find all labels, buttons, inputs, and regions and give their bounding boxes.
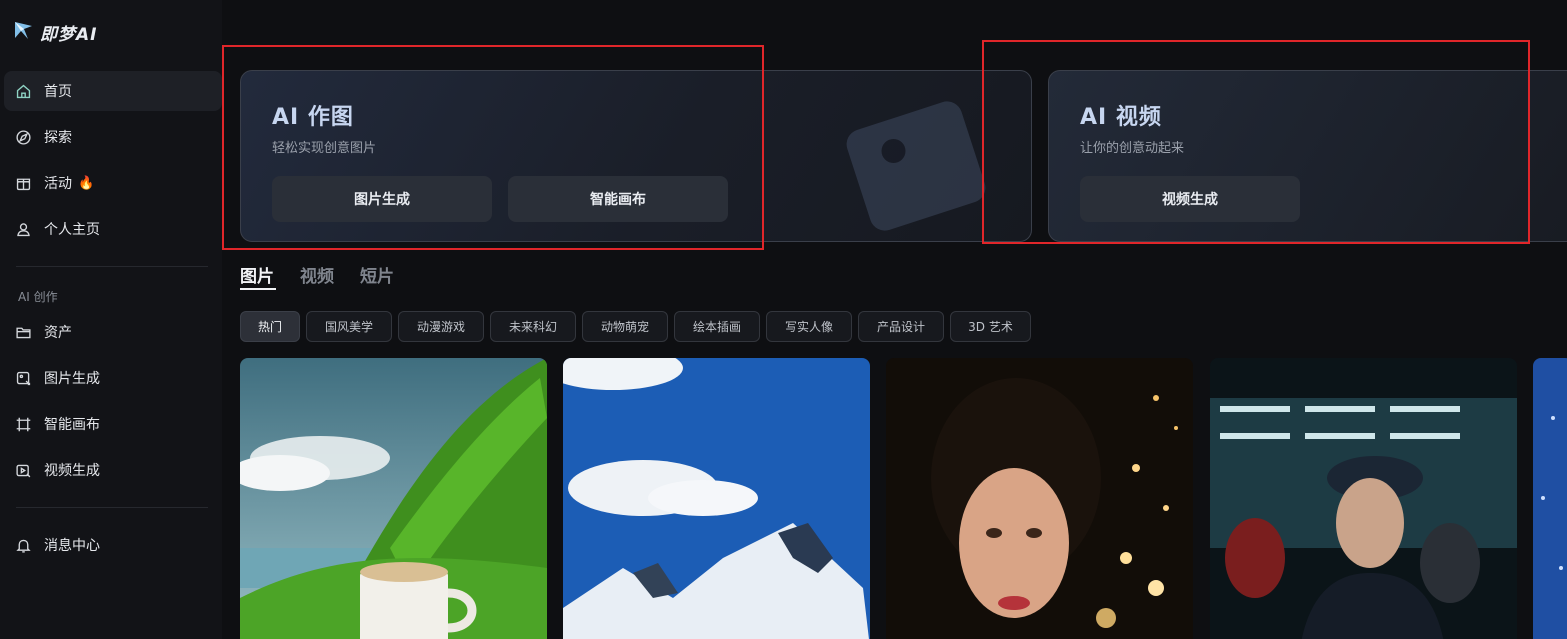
sidebar-item-home[interactable]: 首页	[4, 71, 222, 111]
chip-pets[interactable]: 动物萌宠	[582, 311, 668, 342]
logo[interactable]: 即梦AI	[12, 18, 97, 46]
banner-subtitle: 让你的创意动起来	[1080, 141, 1185, 156]
bell-icon	[14, 536, 32, 554]
fire-icon: 🔥	[78, 175, 95, 191]
sidebar-item-canvas[interactable]: 智能画布	[4, 404, 222, 444]
sidebar-item-label: 智能画布	[44, 417, 100, 433]
chip-hot[interactable]: 热门	[240, 311, 300, 342]
chip-3d-art[interactable]: 3D 艺术	[950, 311, 1031, 342]
folder-icon	[14, 323, 32, 341]
sidebar-item-video-generate[interactable]: 视频生成	[4, 450, 222, 490]
sidebar-item-label: 资产	[44, 325, 72, 341]
tab-images[interactable]: 图片	[240, 262, 274, 287]
banner-ai-image: AI 作图 轻松实现创意图片 图片生成 智能画布	[240, 70, 1032, 242]
logo-text: 即梦AI	[40, 24, 98, 45]
chip-chinese-style[interactable]: 国风美学	[306, 311, 392, 342]
tab-underline	[240, 288, 276, 290]
banner-subtitle: 轻松实现创意图片	[272, 141, 377, 156]
tab-videos[interactable]: 视频	[300, 262, 334, 287]
home-icon	[14, 82, 32, 100]
sidebar: 即梦AI 首页 探索 活动 🔥 个人主页 AI 创作 资产 图片生成 智能画布 …	[0, 0, 222, 639]
sidebar-item-messages[interactable]: 消息中心	[4, 525, 222, 565]
chip-portrait[interactable]: 写实人像	[766, 311, 852, 342]
sidebar-item-label: 探索	[44, 130, 72, 146]
banner-title: AI 视频	[1080, 105, 1162, 130]
chip-sci-fi[interactable]: 未来科幻	[490, 311, 576, 342]
sidebar-item-explore[interactable]: 探索	[4, 117, 222, 157]
sidebar-item-label: 个人主页	[44, 222, 100, 238]
image-generate-icon	[14, 369, 32, 387]
gallery-card[interactable]	[240, 358, 547, 639]
sidebar-item-label: 首页	[44, 84, 72, 100]
image-generate-button[interactable]: 图片生成	[272, 176, 492, 222]
gallery-card[interactable]	[1210, 358, 1517, 639]
image-thumbnail	[563, 358, 870, 639]
logo-star-icon	[12, 18, 36, 46]
sidebar-item-assets[interactable]: 资产	[4, 312, 222, 352]
gallery-card[interactable]	[563, 358, 870, 639]
section-label-ai-create: AI 创作	[18, 290, 58, 304]
sidebar-item-label: 消息中心	[44, 538, 100, 554]
image-thumbnail	[886, 358, 1193, 639]
image-thumbnail	[1210, 358, 1517, 639]
sidebar-divider	[16, 507, 208, 508]
chip-anime-game[interactable]: 动漫游戏	[398, 311, 484, 342]
banner-title: AI 作图	[272, 105, 354, 130]
sidebar-item-label: 活动	[44, 176, 72, 192]
chip-product-design[interactable]: 产品设计	[858, 311, 944, 342]
chip-picture-book[interactable]: 绘本插画	[674, 311, 760, 342]
sidebar-item-label: 图片生成	[44, 371, 100, 387]
video-generate-button[interactable]: 视频生成	[1080, 176, 1300, 222]
compass-icon	[14, 128, 32, 146]
sidebar-item-profile[interactable]: 个人主页	[4, 209, 222, 249]
gift-icon	[14, 174, 32, 192]
banner-ai-video: AI 视频 让你的创意动起来 视频生成	[1048, 70, 1567, 242]
sidebar-item-label: 视频生成	[44, 463, 100, 479]
tab-shorts[interactable]: 短片	[360, 262, 394, 287]
image-thumbnail	[1533, 358, 1567, 639]
smart-canvas-button[interactable]: 智能画布	[508, 176, 728, 222]
sidebar-divider	[16, 266, 208, 267]
gallery-card[interactable]	[886, 358, 1193, 639]
image-thumbnail	[240, 358, 547, 639]
canvas-icon	[14, 415, 32, 433]
video-generate-icon	[14, 461, 32, 479]
image-deco-icon	[846, 101, 986, 231]
sidebar-item-activity[interactable]: 活动 🔥	[4, 163, 222, 203]
gallery-card[interactable]	[1533, 358, 1567, 639]
user-icon	[14, 220, 32, 238]
sidebar-item-image-generate[interactable]: 图片生成	[4, 358, 222, 398]
